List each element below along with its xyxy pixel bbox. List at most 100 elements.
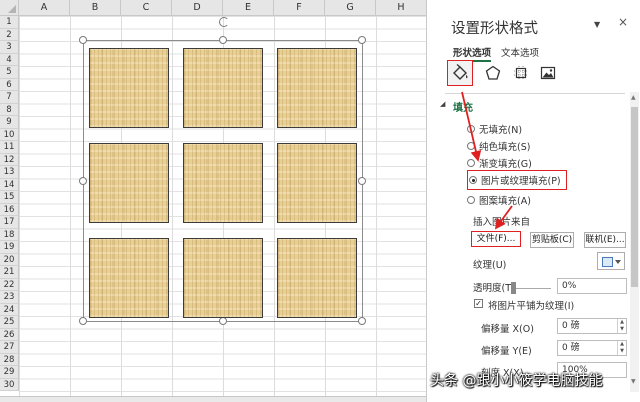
offset-x-input[interactable]: 0 磅 ▲ ▼ [557,318,627,334]
scroll-down-icon[interactable]: ▼ [631,378,636,385]
grouped-shape[interactable] [79,17,366,325]
row-header[interactable]: 22 [0,278,19,291]
online-button[interactable]: 联机(E)... [584,232,626,248]
radio-solid-fill[interactable]: 纯色填充(S) [467,139,530,153]
transparency-input[interactable]: 0% [557,278,627,294]
spin-arrows-icon[interactable]: ▲ ▼ [617,319,626,333]
file-button[interactable]: 文件(F)... [471,231,521,247]
row-header[interactable]: 10 [0,128,19,141]
row-header[interactable]: 16 [0,203,19,216]
close-icon[interactable]: × [618,15,628,29]
row-header[interactable]: 14 [0,178,19,191]
column-header[interactable]: E [223,0,274,16]
resize-handle[interactable] [219,36,227,44]
row-header[interactable]: 15 [0,191,19,204]
texture-tile[interactable] [183,143,263,223]
texture-tile[interactable] [89,48,169,128]
offset-x-value: 0 磅 [562,321,580,331]
pane-options-dropdown[interactable]: ▼ [594,20,600,29]
offset-y-value: 0 磅 [562,343,580,353]
resize-handle[interactable] [358,177,366,185]
row-header[interactable]: 28 [0,353,19,366]
resize-handle[interactable] [79,317,87,325]
effects-button[interactable] [480,60,506,86]
row-header[interactable]: 29 [0,366,19,379]
column-header[interactable]: A [19,0,70,16]
row-header[interactable]: 1 [0,16,19,29]
row-header[interactable]: 18 [0,228,19,241]
fill-section-header[interactable]: 填充 [440,99,473,114]
size-properties-button[interactable] [508,60,534,86]
radio-pattern-fill[interactable]: 图案填充(A) [467,193,531,207]
radio-no-fill[interactable]: 无填充(N) [467,122,522,136]
texture-tile[interactable] [277,48,357,128]
scroll-thumb[interactable] [631,107,638,287]
radio-dot-selected[interactable] [469,176,477,184]
row-header[interactable]: 5 [0,66,19,79]
clipboard-button[interactable]: 剪贴板(C) [530,232,574,248]
row-header[interactable]: 7 [0,91,19,104]
row-header[interactable]: 24 [0,303,19,316]
picture-button[interactable] [535,60,561,86]
pane-scrollbar[interactable]: ▲ ▼ [630,92,639,392]
row-header[interactable]: 20 [0,253,19,266]
texture-tile[interactable] [277,238,357,318]
resize-handle[interactable] [79,177,87,185]
radio-dot[interactable] [467,196,475,204]
scroll-up-icon[interactable]: ▲ [631,94,636,101]
resize-handle[interactable] [219,317,227,325]
row-header[interactable]: 25 [0,316,19,329]
column-header[interactable]: B [70,0,121,16]
row-header[interactable]: 30 [0,378,19,391]
column-header[interactable]: C [121,0,172,16]
spin-arrows-icon[interactable]: ▲ ▼ [617,341,626,355]
tab-shape-options[interactable]: 形状选项 [453,45,492,62]
offset-x-label: 偏移量 X(O) [481,324,534,335]
texture-tile[interactable] [89,143,169,223]
row-header[interactable]: 26 [0,328,19,341]
row-header[interactable]: 8 [0,103,19,116]
radio-dot[interactable] [467,125,475,133]
texture-tile[interactable] [277,143,357,223]
transparency-slider[interactable] [513,288,551,289]
sheet-tab-bar[interactable] [0,396,426,402]
resize-handle[interactable] [79,36,87,44]
row-header[interactable]: 9 [0,116,19,129]
texture-tile[interactable] [89,238,169,318]
tab-text-options[interactable]: 文本选项 [501,45,539,59]
row-header[interactable]: 21 [0,266,19,279]
column-header[interactable]: H [376,0,426,16]
fill-line-button[interactable] [447,60,473,86]
resize-handle[interactable] [358,36,366,44]
row-header[interactable]: 19 [0,241,19,254]
column-header[interactable]: D [172,0,223,16]
radio-gradient-fill[interactable]: 渐变填充(G) [467,156,532,170]
texture-tile[interactable] [183,238,263,318]
texture-picker-button[interactable] [597,252,625,270]
row-header[interactable]: 17 [0,216,19,229]
fill-bucket-icon [453,64,468,80]
row-header[interactable]: 6 [0,78,19,91]
transparency-slider-thumb[interactable] [511,282,516,294]
worksheet[interactable]: A B C D E F G H 1 2 3 4 5 6 7 8 9 10 11 12 13 14 15 16 1… [0,0,426,402]
offset-y-input[interactable]: 0 磅 ▲ ▼ [557,340,627,356]
row-header[interactable]: 11 [0,141,19,154]
radio-dot[interactable] [467,142,475,150]
column-header[interactable]: F [274,0,325,16]
resize-handle[interactable] [358,317,366,325]
row-header[interactable]: 23 [0,291,19,304]
row-header[interactable]: 4 [0,53,19,66]
row-header[interactable]: 13 [0,166,19,179]
rotate-handle-icon[interactable] [219,17,229,27]
texture-tile[interactable] [183,48,263,128]
radio-picture-texture-fill[interactable]: 图片或纹理填充(P) [467,170,567,190]
row-header[interactable]: 12 [0,153,19,166]
tile-as-texture-checkbox[interactable]: ✓ [474,299,483,308]
row-header[interactable]: 2 [0,28,19,41]
pane-title: 设置形状格式 [451,21,538,37]
column-header[interactable]: G [325,0,376,16]
select-all-corner[interactable] [0,0,19,16]
row-header[interactable]: 3 [0,41,19,54]
row-header[interactable]: 27 [0,341,19,354]
radio-dot[interactable] [467,159,475,167]
